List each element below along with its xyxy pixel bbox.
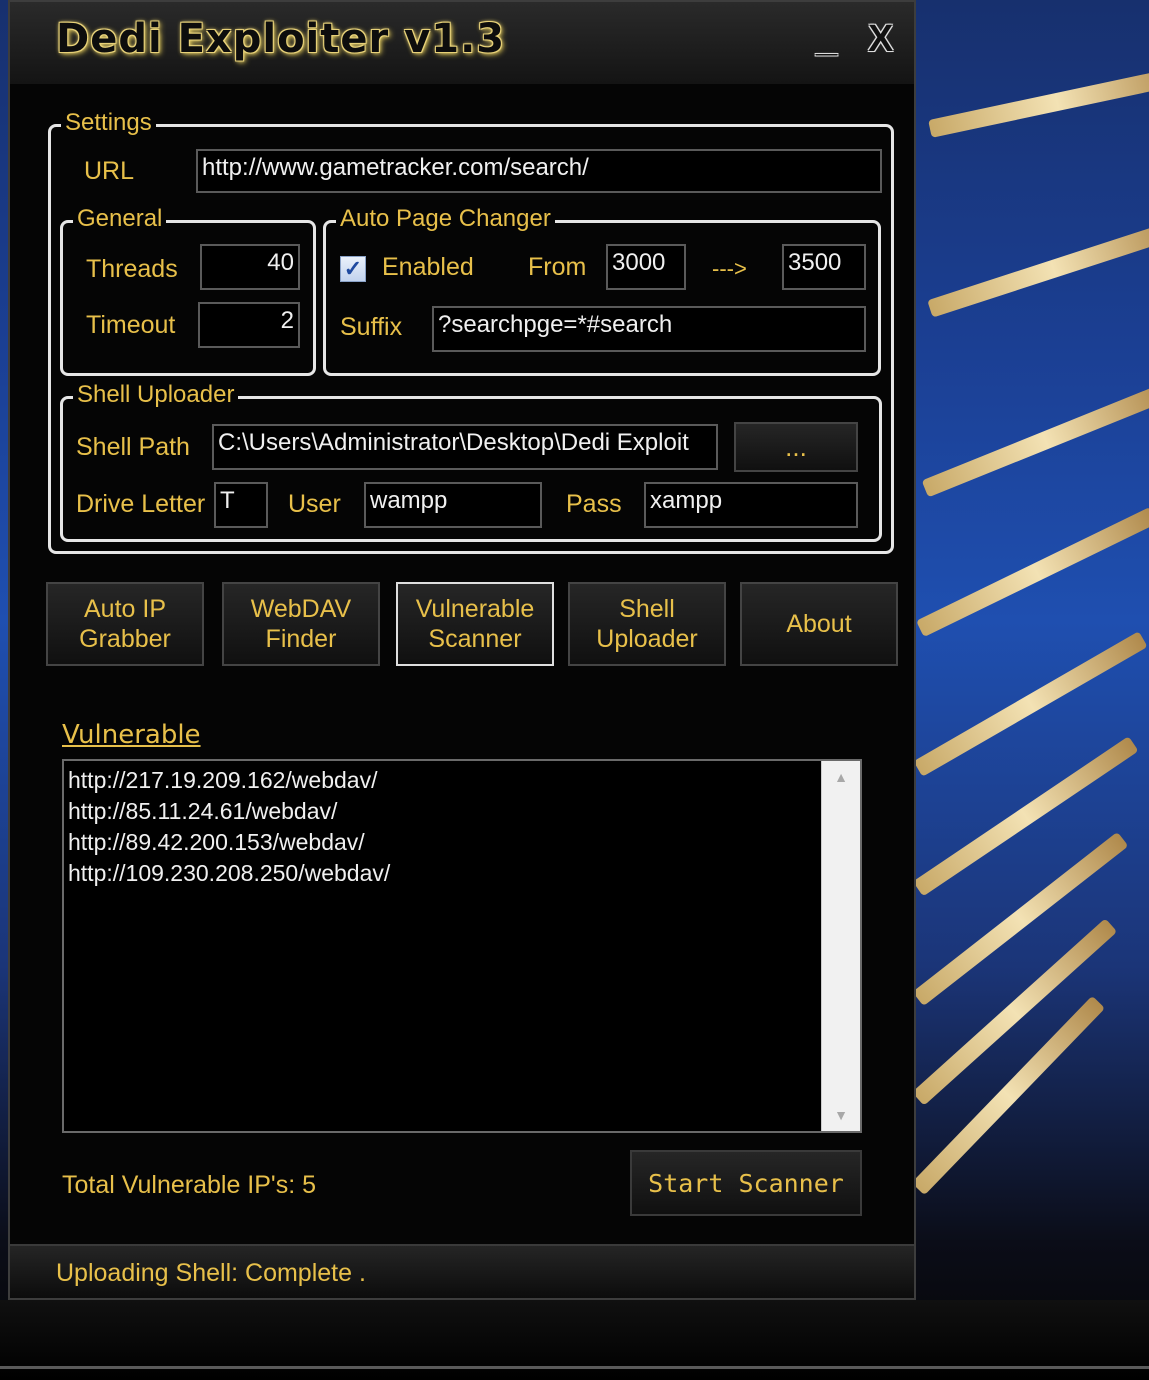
auto-page-changer-group-label: Auto Page Changer [336,205,555,233]
auto-ip-grabber-label-line1: Auto IP [84,595,166,623]
start-scanner-button[interactable]: Start Scanner [630,1150,862,1216]
vulnerable-section-label: Vulnerable [62,720,201,750]
bridge-rib [921,383,1149,498]
user-label: User [288,490,341,518]
threads-input[interactable]: 40 [200,244,300,290]
vulnerable-scanner-label-line2: Scanner [428,625,522,653]
enabled-checkbox[interactable]: ✓ [340,256,366,282]
pass-input[interactable]: xampp [644,482,858,528]
vulnerable-scanner-button[interactable]: Vulnerable Scanner [396,582,554,666]
status-text: Uploading Shell: Complete . [56,1259,366,1287]
browse-button[interactable]: ... [734,422,858,472]
threads-label: Threads [86,255,178,283]
general-group-label: General [73,205,167,233]
user-input[interactable]: wampp [364,482,542,528]
webdav-finder-button[interactable]: WebDAV Finder [222,582,380,666]
drive-letter-input[interactable]: T [214,482,268,528]
shell-uploader-group-label: Shell Uploader [73,381,239,409]
close-button[interactable]: X [868,18,893,61]
minimize-button[interactable]: _ [816,18,837,61]
webdav-finder-label-line2: Finder [265,625,337,653]
bridge-rib [916,506,1149,638]
bridge-rib [912,831,1129,1007]
shell-uploader-button[interactable]: Shell Uploader [568,582,726,666]
shell-path-label: Shell Path [76,433,190,461]
taskbar-divider [0,1366,1149,1369]
list-item[interactable]: http://85.11.24.61/webdav/ [64,796,860,827]
from-page-input[interactable]: 3000 [606,244,686,290]
scroll-up-icon[interactable]: ▲ [822,769,860,785]
shell-path-input[interactable]: C:\Users\Administrator\Desktop\Dedi Expl… [212,424,718,470]
vulnerable-scanner-label-line1: Vulnerable [415,595,535,623]
auto-ip-grabber-button[interactable]: Auto IP Grabber [46,582,204,666]
timeout-label: Timeout [86,311,176,339]
suffix-label: Suffix [340,313,403,341]
list-item[interactable]: http://89.42.200.153/webdav/ [64,827,860,858]
listbox-scrollbar[interactable]: ▲ ▼ [821,761,860,1131]
vulnerable-listbox[interactable]: http://217.19.209.162/webdav/ http://85.… [62,759,862,1133]
from-label: From [528,253,587,281]
enabled-label: Enabled [382,253,474,281]
to-page-input[interactable]: 3500 [782,244,866,290]
about-label: About [786,610,852,638]
url-label: URL [84,157,135,185]
scroll-down-icon[interactable]: ▼ [822,1107,860,1123]
range-arrow: ---> [712,256,747,281]
about-button[interactable]: About [740,582,898,666]
app-title-logo: Dedi Exploiter v1.3 [56,16,506,62]
shell-uploader-label-line2: Uploader [596,625,698,653]
suffix-input[interactable]: ?searchpge=*#search [432,306,866,352]
title-bar[interactable]: Dedi Exploiter v1.3 _ X [10,2,914,84]
list-item[interactable]: http://217.19.209.162/webdav/ [64,765,860,796]
vulnerable-list: http://217.19.209.162/webdav/ http://85.… [64,761,860,889]
auto-ip-grabber-label-line2: Grabber [79,625,171,653]
bridge-rib [927,220,1149,318]
shell-uploader-label-line1: Shell [619,595,675,623]
bridge-rib [928,66,1149,138]
timeout-input[interactable]: 2 [198,302,300,348]
app-window: Dedi Exploiter v1.3 _ X Settings URL htt… [8,0,916,1300]
total-vulnerable-label: Total Vulnerable IP's: 5 [62,1171,316,1199]
drive-letter-label: Drive Letter [76,490,206,518]
url-input[interactable]: http://www.gametracker.com/search/ [196,149,882,193]
webdav-finder-label-line1: WebDAV [250,595,352,623]
pass-label: Pass [566,490,622,518]
settings-group-label: Settings [61,109,156,137]
status-bar: Uploading Shell: Complete . [10,1244,914,1298]
list-item[interactable]: http://109.230.208.250/webdav/ [64,858,860,889]
